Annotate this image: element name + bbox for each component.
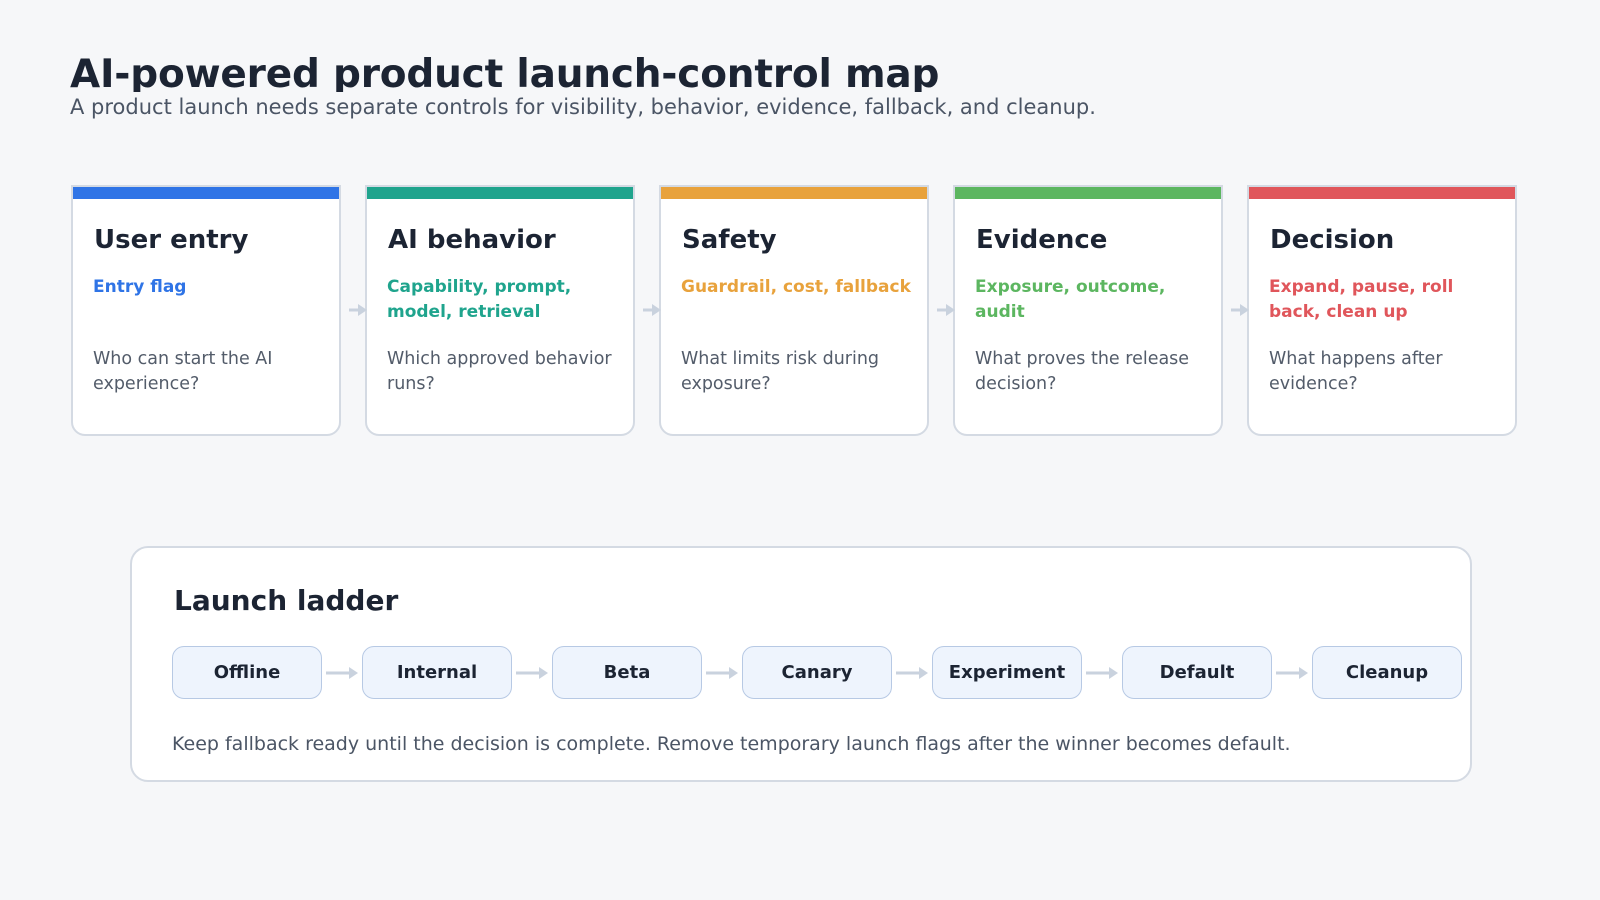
stage-color-bar — [367, 187, 633, 199]
ladder-step-beta: Beta — [552, 646, 702, 699]
stage-controls: Entry flag — [93, 277, 187, 297]
stage-name: Evidence — [976, 225, 1108, 255]
arrow-right-icon — [896, 667, 928, 679]
stage-controls: Guardrail, cost, fallback — [681, 277, 911, 297]
stage-name: AI behavior — [388, 225, 556, 255]
stage-controls: Expand, pause, roll back, clean up — [1269, 277, 1454, 322]
ladder-connector — [706, 665, 740, 679]
stage-color-bar — [661, 187, 927, 199]
ladder-connector — [1086, 665, 1120, 679]
ladder-step-cleanup: Cleanup — [1312, 646, 1462, 699]
ladder-step-default: Default — [1122, 646, 1272, 699]
arrow-right-icon — [516, 667, 548, 679]
launch-ladder-note: Keep fallback ready until the decision i… — [172, 733, 1291, 755]
launch-ladder-panel: Launch ladder Offline Internal Beta Canary E… — [130, 546, 1472, 782]
stage-question: What limits risk during exposure? — [681, 349, 880, 394]
ladder-connector — [516, 665, 550, 679]
stage-card: User entry Entry flag Who can start the AI… — [71, 185, 341, 436]
stage-question: Who can start the AI experience? — [93, 349, 273, 394]
ladder-connector — [326, 665, 360, 679]
stage-card: Decision Expand, pause, roll back, clean … — [1247, 185, 1517, 436]
arrow-right-icon — [643, 304, 661, 316]
stage-color-bar — [73, 187, 339, 199]
arrow-right-icon — [1231, 304, 1249, 316]
arrow-right-icon — [1276, 667, 1308, 679]
stage-question: What happens after evidence? — [1269, 349, 1443, 394]
ladder-connector — [896, 665, 930, 679]
arrow-right-icon — [706, 667, 738, 679]
stage-flow: User entry Entry flag Who can start the AI… — [0, 0, 1600, 440]
arrow-right-icon — [1086, 667, 1118, 679]
stage-name: Decision — [1270, 225, 1395, 255]
stage-question: Which approved behavior runs? — [387, 349, 612, 394]
stage-card: Safety Guardrail, cost, fallback What limi… — [659, 185, 929, 436]
arrow-right-icon — [349, 304, 367, 316]
stage-connector — [349, 302, 371, 316]
stage-connector — [937, 302, 959, 316]
stage-card: Evidence Exposure, outcome, audit What pro… — [953, 185, 1223, 436]
stage-controls: Capability, prompt, model, retrieval — [387, 277, 572, 322]
stage-color-bar — [1249, 187, 1515, 199]
arrow-right-icon — [326, 667, 358, 679]
ladder-step-internal: Internal — [362, 646, 512, 699]
stage-question: What proves the release decision? — [975, 349, 1190, 394]
stage-connector — [643, 302, 665, 316]
stage-name: Safety — [682, 225, 777, 255]
ladder-step-offline: Offline — [172, 646, 322, 699]
ladder-connector — [1276, 665, 1310, 679]
arrow-right-icon — [937, 304, 955, 316]
stage-connector — [1231, 302, 1253, 316]
stage-color-bar — [955, 187, 1221, 199]
stage-name: User entry — [94, 225, 249, 255]
stage-controls: Exposure, outcome, audit — [975, 277, 1166, 322]
ladder-step-canary: Canary — [742, 646, 892, 699]
stage-card: AI behavior Capability, prompt, model, re… — [365, 185, 635, 436]
ladder-step-experiment: Experiment — [932, 646, 1082, 699]
